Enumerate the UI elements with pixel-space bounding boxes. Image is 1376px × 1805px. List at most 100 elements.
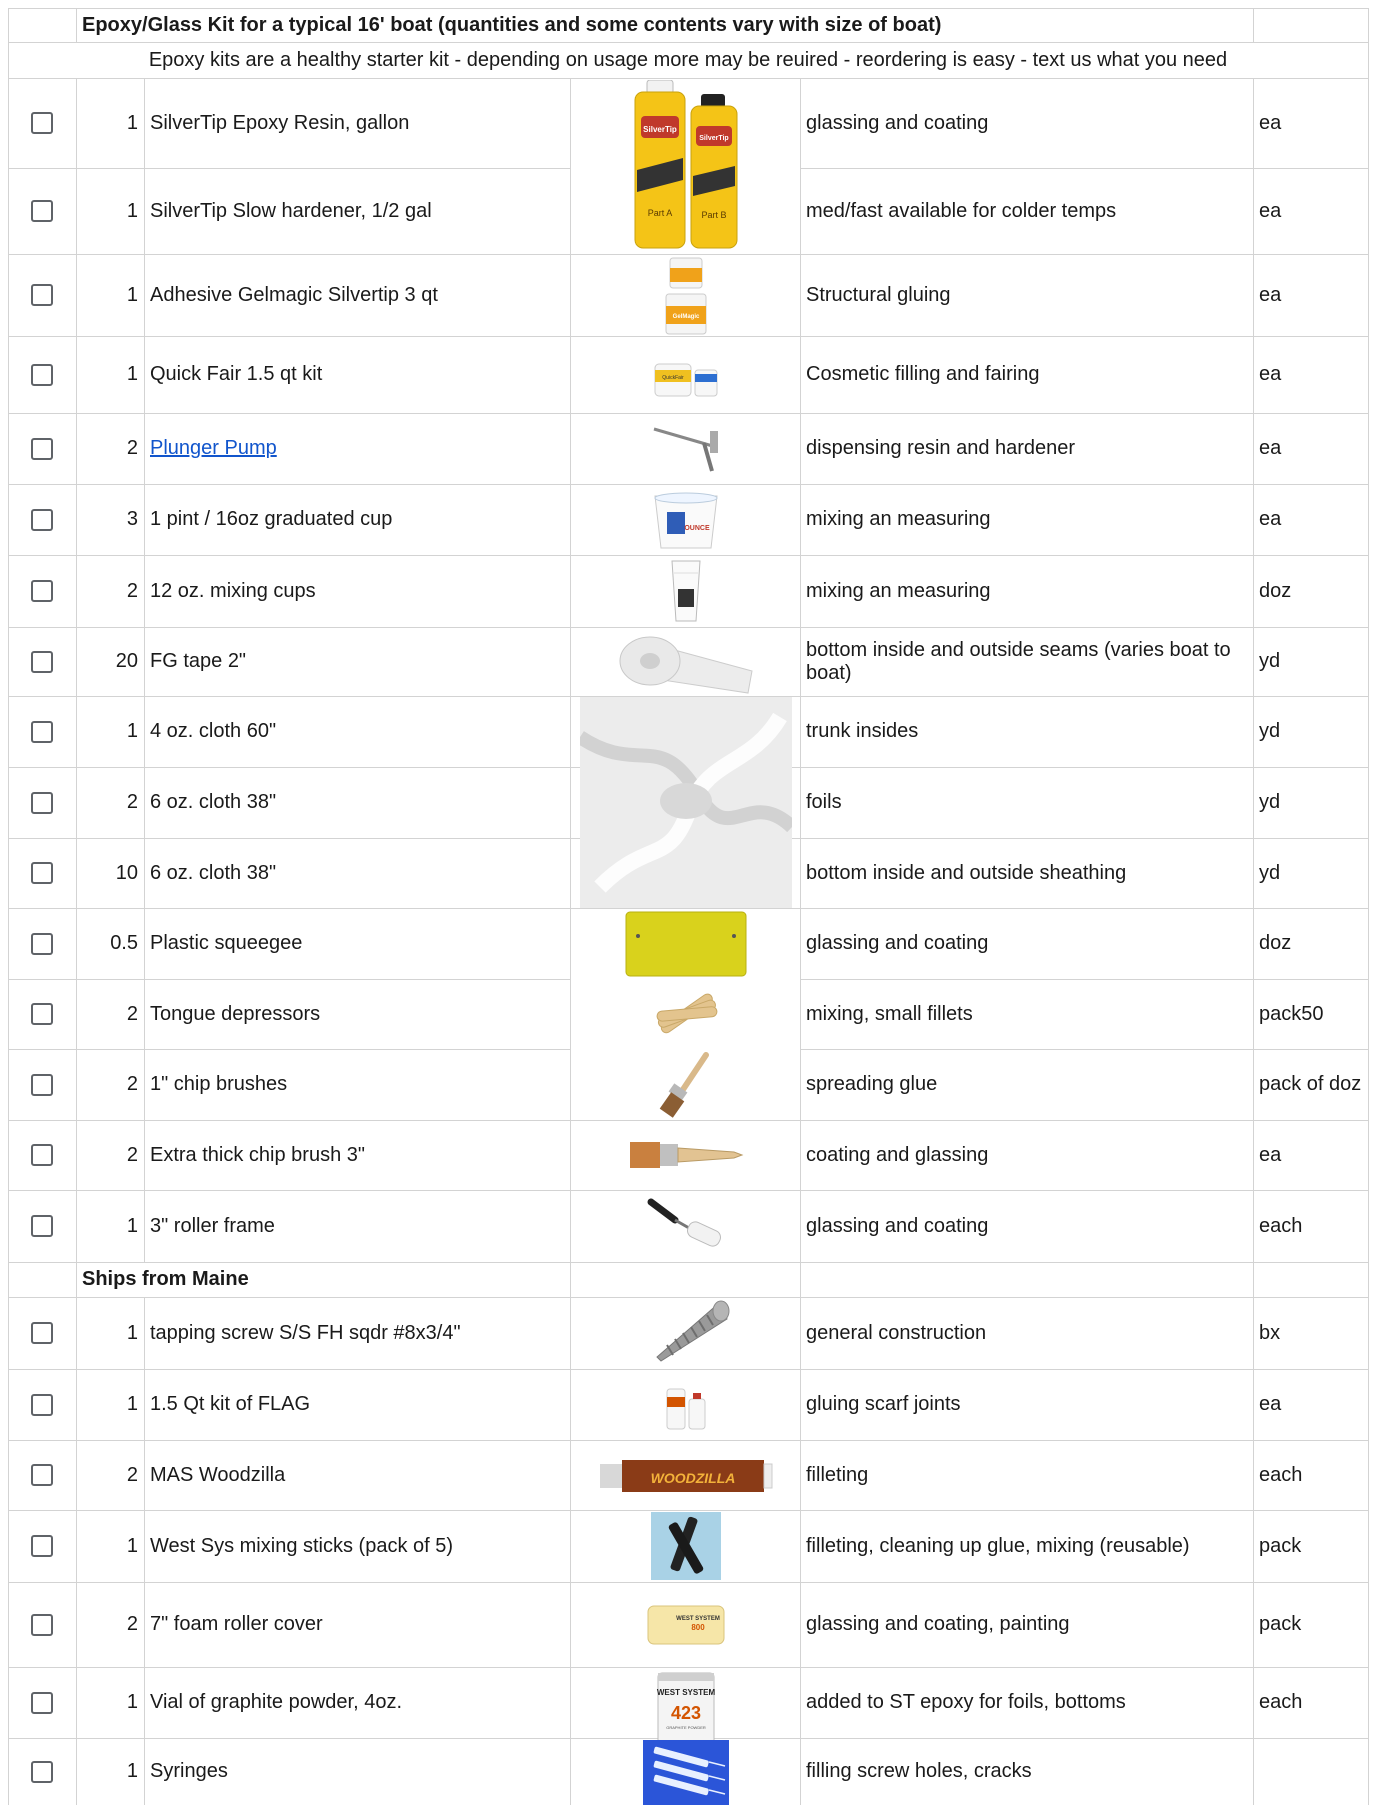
row-item: 4 oz. cloth 60" [150, 720, 277, 742]
row-description: glassing and coating [806, 1214, 989, 1237]
row-checkbox[interactable] [31, 1144, 53, 1166]
row-quantity: 2 [126, 1002, 138, 1025]
row-item: FG tape 2" [150, 650, 247, 672]
row-checkbox[interactable] [31, 1761, 53, 1783]
row-checkbox[interactable] [31, 792, 53, 814]
row-checkbox[interactable] [31, 1464, 53, 1486]
kit-spreadsheet: Epoxy/Glass Kit for a typical 16' boat (… [0, 0, 1376, 1805]
grid-line [8, 8, 9, 1805]
row-item: Vial of graphite powder, 4oz. [150, 1691, 403, 1713]
row-quantity: 2 [126, 1613, 138, 1635]
row-description: mixing an measuring [806, 508, 991, 530]
row-checkbox[interactable] [31, 1322, 53, 1344]
row-checkbox[interactable] [31, 1535, 53, 1557]
plunger-pump-link[interactable]: Plunger Pump [144, 413, 570, 484]
squeegee-image [625, 911, 747, 977]
row-item: tapping screw S/S FH sqdr #8x3/4" [150, 1321, 461, 1344]
kit-title: Epoxy/Glass Kit for a typical 16' boat (… [82, 13, 942, 36]
image-label: WEST SYSTEM [657, 1688, 716, 1697]
row-checkbox[interactable] [31, 1692, 53, 1714]
row-description: coating and glassing [806, 1143, 989, 1166]
fiberglass-cloth-image [580, 697, 792, 908]
row-unit: yd [1259, 720, 1281, 742]
row-checkbox[interactable] [31, 509, 53, 531]
row-quantity: 2 [126, 1143, 138, 1166]
row-quantity: 0.5 [110, 932, 138, 954]
row-checkbox[interactable] [31, 1003, 53, 1025]
row-unit: pack50 [1259, 1002, 1324, 1025]
row-item: West Sys mixing sticks (pack of 5) [150, 1534, 454, 1557]
row-description: Structural gluing [806, 283, 951, 306]
row-item: 6 oz. cloth 38" [150, 791, 277, 813]
row-item: 12 oz. mixing cups [150, 579, 316, 602]
row-description: dispensing resin and hardener [806, 437, 1076, 459]
row-unit: each [1259, 1691, 1303, 1713]
row-checkbox[interactable] [31, 200, 53, 222]
row-checkbox[interactable] [31, 1614, 53, 1636]
row-unit: each [1259, 1463, 1303, 1486]
row-quantity: 10 [115, 861, 138, 884]
grid-line [1368, 8, 1369, 1805]
quick-fair-image: QuickFair [654, 363, 718, 397]
silvertip-epoxy-image: SilverTip SilverTip Part A Part B [634, 80, 738, 249]
row-quantity: 2 [126, 579, 138, 602]
row-description: filling screw holes, cracks [806, 1760, 1032, 1782]
row-quantity: 1 [126, 283, 138, 306]
syringes-image [643, 1740, 729, 1805]
row-unit: yd [1259, 791, 1281, 813]
thick-chip-brush-image [630, 1142, 744, 1168]
grid-line [570, 78, 571, 1805]
row-description: filleting, cleaning up glue, mixing (reu… [806, 1534, 1190, 1557]
row-checkbox[interactable] [31, 438, 53, 460]
row-unit: pack [1259, 1613, 1302, 1635]
row-checkbox[interactable] [31, 580, 53, 602]
image-label: WEST SYSTEM [676, 1616, 720, 1622]
row-checkbox[interactable] [31, 862, 53, 884]
row-unit: bx [1259, 1321, 1281, 1344]
row-description: added to ST epoxy for foils, bottoms [806, 1691, 1126, 1713]
row-unit: ea [1259, 1393, 1282, 1415]
row-quantity: 1 [126, 1393, 138, 1415]
image-label: 800 [691, 1623, 705, 1632]
row-quantity: 2 [126, 437, 138, 459]
row-quantity: 20 [115, 650, 138, 672]
row-quantity: 1 [126, 1214, 138, 1237]
row-item: 6 oz. cloth 38" [150, 861, 277, 884]
image-label: OUNCE [684, 525, 710, 532]
row-quantity: 1 [126, 1760, 138, 1782]
row-description: filleting [806, 1463, 869, 1486]
row-item: Tongue depressors [150, 1002, 321, 1025]
row-quantity: 1 [126, 720, 138, 742]
row-checkbox[interactable] [31, 112, 53, 134]
row-quantity: 1 [126, 1534, 138, 1557]
tongue-depressors-image [656, 993, 718, 1034]
chip-brush-image [659, 1052, 709, 1118]
row-checkbox[interactable] [31, 1215, 53, 1237]
row-description: foils [806, 791, 842, 813]
row-checkbox[interactable] [31, 721, 53, 743]
row-item: Adhesive Gelmagic Silvertip 3 qt [150, 283, 438, 306]
item-link[interactable]: Plunger Pump [150, 437, 277, 460]
row-quantity: 2 [126, 791, 138, 813]
image-label: SilverTip [643, 125, 677, 134]
row-description: glassing and coating [806, 111, 989, 134]
flag-kit-image [666, 1388, 706, 1430]
row-quantity: 1 [126, 1691, 138, 1713]
image-label: GelMagic [673, 314, 700, 320]
row-unit: doz [1259, 579, 1292, 602]
image-label: Part B [701, 210, 726, 220]
row-checkbox[interactable] [31, 364, 53, 386]
woodzilla-tube-image: WOODZILLA [600, 1460, 773, 1492]
row-description: bottom inside and outside seams (varies … [806, 638, 1231, 684]
row-unit: doz [1259, 932, 1292, 954]
row-checkbox[interactable] [31, 933, 53, 955]
row-item: Plastic squeegee [150, 932, 303, 954]
row-quantity: 3 [126, 508, 138, 530]
row-checkbox[interactable] [31, 1074, 53, 1096]
row-description: glassing and coating [806, 932, 989, 954]
row-checkbox[interactable] [31, 651, 53, 673]
plunger-pump-image [653, 427, 718, 472]
row-checkbox[interactable] [31, 1394, 53, 1416]
row-unit: ea [1259, 1143, 1282, 1166]
row-checkbox[interactable] [31, 284, 53, 306]
